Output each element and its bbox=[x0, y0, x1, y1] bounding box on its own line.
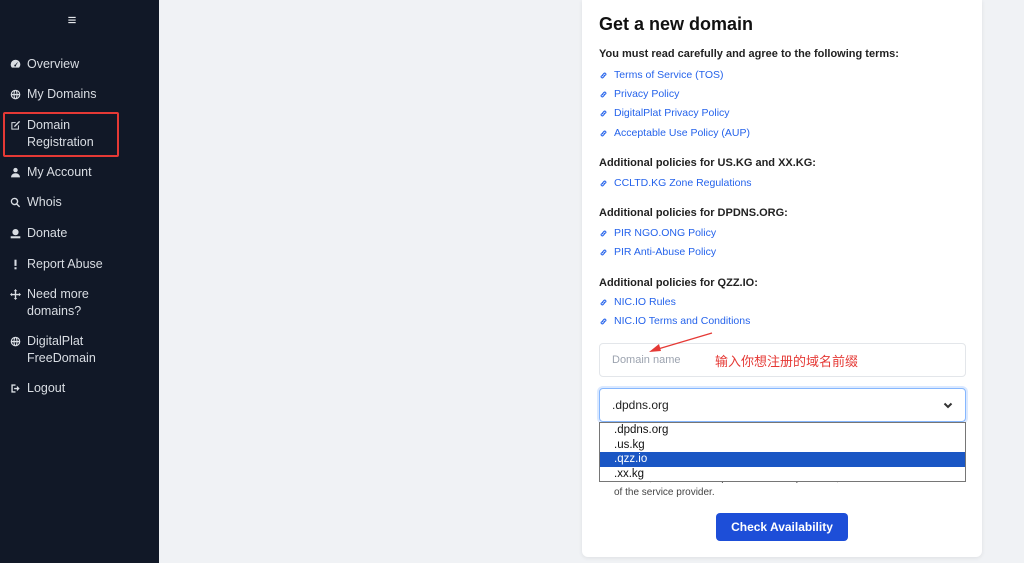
link-icon bbox=[600, 91, 607, 97]
sidebar-item-label: Overview bbox=[27, 57, 80, 71]
qzz-io-heading: Additional policies for QZZ.IO: bbox=[599, 277, 758, 289]
search-icon bbox=[10, 194, 24, 211]
link-label: NIC.IO Terms and Conditions bbox=[614, 315, 751, 327]
link-nic-io-rules[interactable]: NIC.IO Rules bbox=[599, 296, 676, 308]
sidebar-item-label: Report Abuse bbox=[27, 257, 103, 271]
annotation-text: 输入你想注册的域名前缀 bbox=[715, 355, 859, 370]
sidebar-item-label: Need more domains? bbox=[27, 287, 89, 318]
link-icon bbox=[600, 110, 607, 116]
sidebar-item-my-domains[interactable]: My Domains bbox=[10, 86, 150, 103]
sidebar-item-whois[interactable]: Whois bbox=[10, 194, 150, 211]
dpdns-org-heading: Additional policies for DPDNS.ORG: bbox=[599, 207, 788, 219]
sidebar-item-need-more-domains[interactable]: Need more domains? bbox=[10, 286, 110, 320]
tld-select[interactable]: .dpdns.org bbox=[599, 388, 966, 422]
page-title: Get a new domain bbox=[599, 14, 754, 34]
logout-icon bbox=[10, 380, 24, 397]
globe-icon bbox=[10, 333, 24, 350]
link-icon bbox=[600, 249, 607, 255]
sidebar-item-logout[interactable]: Logout bbox=[10, 380, 150, 397]
globe-icon bbox=[10, 86, 24, 103]
exclamation-icon bbox=[10, 256, 24, 273]
sidebar-item-digitalplat-freedomain[interactable]: DigitalPlat FreeDomain bbox=[10, 333, 110, 367]
link-icon bbox=[600, 72, 607, 78]
link-label: NIC.IO Rules bbox=[614, 296, 676, 308]
link-icon bbox=[600, 180, 607, 186]
tld-dropdown-list: .dpdns.org .us.kg .qzz.io .xx.kg bbox=[599, 422, 966, 482]
link-icon bbox=[600, 230, 607, 236]
annotation-arrow bbox=[649, 332, 713, 352]
user-icon bbox=[10, 164, 24, 181]
tld-option-us-kg[interactable]: .us.kg bbox=[600, 438, 965, 453]
notice-line-2: of the service provider. bbox=[614, 487, 715, 498]
link-icon bbox=[600, 130, 607, 136]
chevron-down-icon bbox=[943, 402, 953, 409]
sidebar-item-my-account[interactable]: My Account bbox=[10, 164, 150, 181]
link-pir-ngo-ong-policy[interactable]: PIR NGO.ONG Policy bbox=[599, 227, 716, 239]
link-icon bbox=[600, 299, 607, 305]
gauge-icon bbox=[10, 56, 24, 73]
link-label: Acceptable Use Policy (AUP) bbox=[614, 127, 750, 139]
sidebar-item-label: DigitalPlat FreeDomain bbox=[27, 334, 96, 365]
sidebar: ≡ Overview My Domains Domain Registratio… bbox=[0, 0, 159, 563]
sidebar-item-label: Whois bbox=[27, 195, 62, 209]
link-label: Privacy Policy bbox=[614, 88, 680, 100]
link-label: DigitalPlat Privacy Policy bbox=[614, 107, 730, 119]
link-label: CCLTD.KG Zone Regulations bbox=[614, 177, 752, 189]
tld-select-value: .dpdns.org bbox=[612, 398, 669, 412]
terms-heading: You must read carefully and agree to the… bbox=[599, 48, 899, 60]
highlight-box bbox=[3, 112, 119, 157]
check-availability-button[interactable]: Check Availability bbox=[716, 513, 848, 541]
sidebar-item-label: My Account bbox=[27, 165, 92, 179]
link-pir-anti-abuse-policy[interactable]: PIR Anti-Abuse Policy bbox=[599, 246, 716, 258]
sidebar-item-report-abuse[interactable]: Report Abuse bbox=[10, 256, 150, 273]
link-icon bbox=[600, 318, 607, 324]
link-label: PIR NGO.ONG Policy bbox=[614, 227, 717, 239]
donate-icon bbox=[10, 225, 24, 242]
link-nic-io-terms[interactable]: NIC.IO Terms and Conditions bbox=[599, 315, 750, 327]
us-kg-heading: Additional policies for US.KG and XX.KG: bbox=[599, 157, 816, 169]
tld-option-xx-kg[interactable]: .xx.kg bbox=[600, 467, 965, 482]
link-acceptable-use-policy[interactable]: Acceptable Use Policy (AUP) bbox=[599, 127, 750, 139]
tld-option-qzz-io[interactable]: .qzz.io bbox=[600, 452, 965, 467]
tld-option-dpdns-org[interactable]: .dpdns.org bbox=[600, 423, 965, 438]
menu-toggle-icon[interactable]: ≡ bbox=[0, 12, 144, 29]
sidebar-item-overview[interactable]: Overview bbox=[10, 56, 150, 73]
link-ccltd-kg-zone-regulations[interactable]: CCLTD.KG Zone Regulations bbox=[599, 177, 752, 189]
sidebar-item-label: My Domains bbox=[27, 87, 97, 101]
link-privacy-policy[interactable]: Privacy Policy bbox=[599, 88, 679, 100]
sidebar-item-label: Logout bbox=[27, 381, 66, 395]
new-domain-card: Get a new domain You must read carefully… bbox=[582, 0, 982, 557]
link-label: PIR Anti-Abuse Policy bbox=[614, 246, 717, 258]
sidebar-item-label: Donate bbox=[27, 226, 68, 240]
link-label: Terms of Service (TOS) bbox=[614, 69, 724, 81]
link-digitalplat-privacy-policy[interactable]: DigitalPlat Privacy Policy bbox=[599, 107, 730, 119]
link-terms-of-service[interactable]: Terms of Service (TOS) bbox=[599, 69, 724, 81]
sidebar-item-donate[interactable]: Donate bbox=[10, 225, 150, 242]
arrows-icon bbox=[10, 286, 24, 303]
